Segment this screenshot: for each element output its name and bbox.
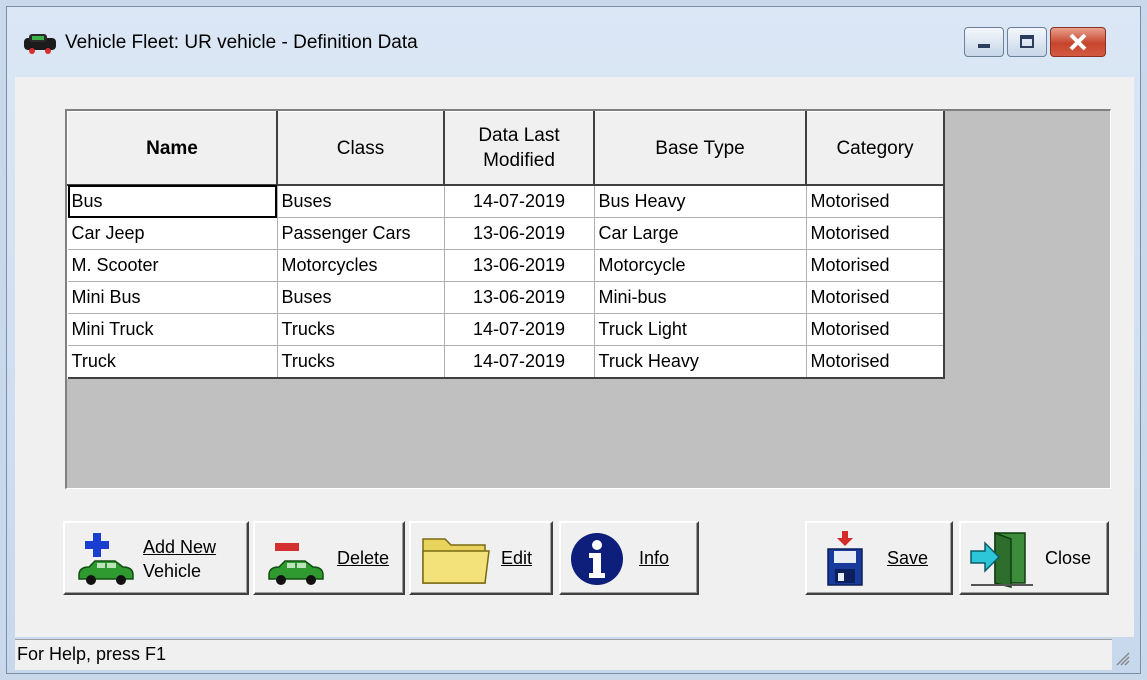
cell-base-type[interactable]: Car Large (594, 217, 807, 250)
cell-class[interactable]: Motorcycles (277, 249, 445, 282)
close-icon (1069, 33, 1087, 51)
add-new-label-line1: Add New (143, 537, 217, 557)
column-header-modified[interactable]: Data Last Modified (443, 111, 595, 186)
add-new-vehicle-button[interactable]: Add New Vehicle (63, 521, 249, 595)
car-plus-icon (78, 533, 134, 585)
cell-base-type[interactable]: Truck Light (594, 313, 807, 346)
cell-category[interactable]: Motorised (806, 249, 945, 282)
cell-name[interactable]: Car Jeep (67, 217, 278, 250)
column-header-class[interactable]: Class (276, 111, 445, 186)
column-header-base-type[interactable]: Base Type (593, 111, 807, 186)
cell-category[interactable]: Motorised (806, 185, 945, 218)
info-button[interactable]: Info (559, 521, 699, 595)
table-row[interactable]: Mini Bus Buses 13-06-2019 Mini-bus Motor… (67, 281, 945, 314)
table-header-row: Name Class Data Last Modified Base Type … (67, 111, 945, 186)
cell-base-type[interactable]: Truck Heavy (594, 345, 807, 379)
resize-grip-icon[interactable] (1114, 650, 1130, 666)
cell-category[interactable]: Motorised (806, 345, 945, 379)
close-window-button[interactable] (1050, 27, 1106, 57)
info-icon (571, 533, 623, 585)
title-bar[interactable]: Vehicle Fleet: UR vehicle - Definition D… (7, 7, 1140, 77)
cell-modified[interactable]: 14-07-2019 (444, 313, 595, 346)
status-bar: For Help, press F1 (15, 639, 1130, 670)
table-row[interactable]: M. Scooter Motorcycles 13-06-2019 Motorc… (67, 249, 945, 282)
cell-class[interactable]: Passenger Cars (277, 217, 445, 250)
cell-name[interactable]: Mini Truck (67, 313, 278, 346)
folder-icon (422, 538, 490, 584)
cell-modified[interactable]: 14-07-2019 (444, 345, 595, 379)
cell-modified[interactable]: 14-07-2019 (444, 185, 595, 218)
cell-category[interactable]: Motorised (806, 313, 945, 346)
edit-button[interactable]: Edit (409, 521, 553, 595)
table-row[interactable]: Truck Trucks 14-07-2019 Truck Heavy Moto… (67, 345, 945, 379)
cell-class[interactable]: Trucks (277, 313, 445, 346)
exit-door-icon (970, 531, 1033, 588)
save-disk-icon (827, 531, 863, 586)
cell-base-type[interactable]: Motorcycle (594, 249, 807, 282)
info-label: Info (639, 548, 670, 568)
cell-class[interactable]: Buses (277, 281, 445, 314)
main-window: Vehicle Fleet: UR vehicle - Definition D… (6, 6, 1141, 674)
cell-class[interactable]: Buses (277, 185, 445, 218)
app-icon (24, 34, 56, 54)
table-row[interactable]: Mini Truck Trucks 14-07-2019 Truck Light… (67, 313, 945, 346)
cell-name[interactable]: Truck (67, 345, 278, 379)
table-row[interactable]: Bus Buses 14-07-2019 Bus Heavy Motorised (67, 185, 945, 218)
cell-base-type[interactable]: Bus Heavy (594, 185, 807, 218)
table-row[interactable]: Car Jeep Passenger Cars 13-06-2019 Car L… (67, 217, 945, 250)
close-button[interactable]: Close (959, 521, 1109, 595)
cell-modified[interactable]: 13-06-2019 (444, 217, 595, 250)
delete-label: Delete (337, 548, 390, 568)
cell-modified[interactable]: 13-06-2019 (444, 249, 595, 282)
add-new-label-line2: Vehicle (143, 561, 202, 581)
car-minus-icon (268, 543, 324, 585)
cell-class[interactable]: Trucks (277, 345, 445, 379)
status-help-text: For Help, press F1 (17, 644, 167, 664)
client-area: Name Class Data Last Modified Base Type … (15, 77, 1134, 637)
cell-category[interactable]: Motorised (806, 281, 945, 314)
cell-name[interactable]: M. Scooter (67, 249, 278, 282)
cell-category[interactable]: Motorised (806, 217, 945, 250)
maximize-icon (1020, 35, 1034, 48)
maximize-button[interactable] (1007, 27, 1047, 57)
minimize-icon (978, 44, 990, 48)
save-label: Save (887, 548, 929, 568)
cell-modified[interactable]: 13-06-2019 (444, 281, 595, 314)
vehicle-grid-area: Name Class Data Last Modified Base Type … (65, 109, 1111, 489)
column-header-name[interactable]: Name (67, 111, 278, 186)
edit-label: Edit (501, 548, 533, 568)
cell-name[interactable]: Bus (67, 185, 278, 218)
column-header-category[interactable]: Category (805, 111, 945, 186)
minimize-button[interactable] (964, 27, 1004, 57)
vehicle-table: Name Class Data Last Modified Base Type … (67, 111, 945, 379)
cell-name[interactable]: Mini Bus (67, 281, 278, 314)
delete-button[interactable]: Delete (253, 521, 405, 595)
window-title: Vehicle Fleet: UR vehicle - Definition D… (65, 32, 418, 53)
cell-base-type[interactable]: Mini-bus (594, 281, 807, 314)
close-label: Close (1045, 548, 1092, 568)
save-button[interactable]: Save (805, 521, 953, 595)
